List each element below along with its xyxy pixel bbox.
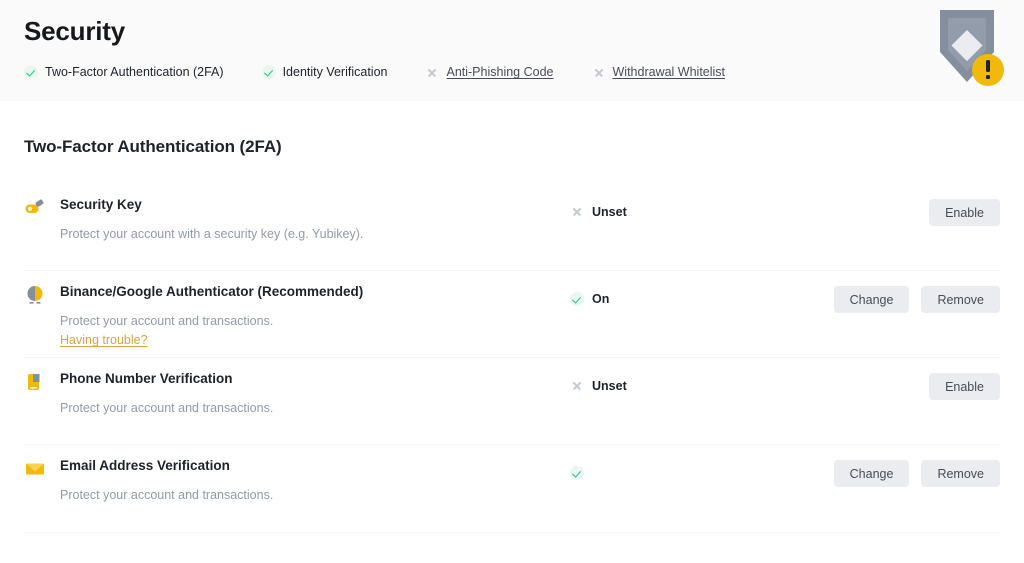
settings-row-name: Phone Number Verification <box>60 371 233 386</box>
having-trouble-link[interactable]: Having trouble? <box>60 333 148 347</box>
settings-row-status <box>570 457 780 480</box>
security-key-icon <box>24 197 46 219</box>
settings-row-actions: Enable <box>780 196 1000 226</box>
status-badge: Unset <box>592 205 627 219</box>
status-chip-withdrawal-whitelist[interactable]: Withdrawal Whitelist <box>592 65 726 79</box>
settings-row-status: On <box>570 283 780 306</box>
settings-row-text: Security Key Protect your account with a… <box>60 196 570 243</box>
settings-row-description: Protect your account and transactions. <box>60 488 274 503</box>
remove-button[interactable]: Remove <box>921 286 1000 313</box>
status-chip-label: Anti-Phishing Code <box>446 65 554 80</box>
x-icon <box>570 205 584 219</box>
status-badge: On <box>592 292 610 306</box>
settings-row-actions: Change Remove <box>780 283 1000 313</box>
settings-row-status: Unset <box>570 370 780 393</box>
phone-icon <box>24 371 46 393</box>
status-chip-identity-verification[interactable]: Identity Verification <box>261 65 388 80</box>
section-title: Two-Factor Authentication (2FA) <box>24 137 282 156</box>
check-circle-icon <box>570 292 584 306</box>
enable-button[interactable]: Enable <box>929 199 1000 226</box>
x-icon <box>592 65 606 79</box>
settings-row-text: Email Address Verification Protect your … <box>60 457 570 504</box>
status-chip-label: Identity Verification <box>282 65 388 80</box>
security-settings-list: Security Key Protect your account with a… <box>24 184 1000 533</box>
shield-warning-icon <box>926 4 1008 92</box>
x-icon <box>570 379 584 393</box>
remove-button[interactable]: Remove <box>921 460 1000 487</box>
settings-row-name: Binance/Google Authenticator (Recommende… <box>60 284 364 299</box>
settings-row-email-address: Email Address Verification Protect your … <box>24 445 1000 533</box>
settings-row-text: Binance/Google Authenticator (Recommende… <box>60 283 570 349</box>
settings-row-actions: Enable <box>780 370 1000 400</box>
x-icon <box>425 65 439 79</box>
page-header: Security Two-Factor Authentication (2FA)… <box>0 0 1024 101</box>
status-badge: Unset <box>592 379 627 393</box>
change-button[interactable]: Change <box>833 460 910 487</box>
change-button[interactable]: Change <box>833 286 910 313</box>
check-circle-icon <box>570 466 584 480</box>
main-content: Two-Factor Authentication (2FA) Security… <box>0 101 1024 533</box>
email-icon <box>24 458 46 480</box>
security-status-row: Two-Factor Authentication (2FA) Identity… <box>24 65 1000 80</box>
settings-row-phone-number: Phone Number Verification Protect your a… <box>24 358 1000 445</box>
status-chip-label: Two-Factor Authentication (2FA) <box>45 65 224 80</box>
settings-row-description: Protect your account and transactions. <box>60 314 274 329</box>
settings-row-status: Unset <box>570 196 780 219</box>
settings-row-name: Email Address Verification <box>60 458 230 473</box>
check-circle-icon <box>261 65 276 80</box>
status-chip-two-factor-authentication[interactable]: Two-Factor Authentication (2FA) <box>24 65 224 80</box>
settings-row-description: Protect your account and transactions. <box>60 401 274 416</box>
status-chip-anti-phishing-code[interactable]: Anti-Phishing Code <box>425 65 553 79</box>
settings-row-name: Security Key <box>60 197 142 212</box>
page-title: Security <box>24 16 126 46</box>
check-circle-icon <box>24 65 38 80</box>
enable-button[interactable]: Enable <box>929 373 1000 400</box>
settings-row-text: Phone Number Verification Protect your a… <box>60 370 570 417</box>
status-chip-label: Withdrawal Whitelist <box>612 65 726 80</box>
settings-row-actions: Change Remove <box>780 457 1000 487</box>
settings-row-security-key: Security Key Protect your account with a… <box>24 184 1000 271</box>
settings-row-authenticator: Binance/Google Authenticator (Recommende… <box>24 271 1000 358</box>
settings-row-description: Protect your account with a security key… <box>60 227 364 242</box>
authenticator-icon <box>24 284 46 306</box>
